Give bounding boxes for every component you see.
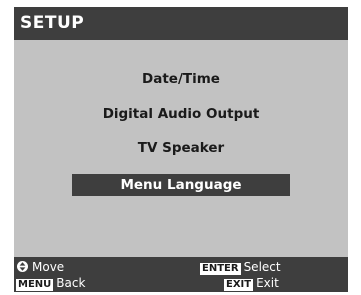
- back-hint-label: Back: [56, 276, 86, 290]
- move-hint: Move: [17, 260, 64, 274]
- exit-hint: EXIT Exit: [224, 276, 279, 291]
- enter-key-badge: ENTER: [200, 263, 241, 275]
- menu-key-badge: MENU: [16, 279, 54, 291]
- move-hint-label: Move: [32, 260, 65, 274]
- select-hint-label: Select: [243, 260, 281, 274]
- select-hint: ENTER Select: [200, 260, 281, 275]
- menu-item-digital-audio-output[interactable]: Digital Audio Output: [72, 103, 290, 125]
- exit-key-badge: EXIT: [224, 279, 254, 291]
- up-down-arrows-icon: [17, 261, 28, 272]
- exit-hint-label: Exit: [256, 276, 279, 290]
- footer-hint-bar: Move MENU Back ENTER Select EXIT Exit: [14, 257, 348, 292]
- menu-item-tv-speaker[interactable]: TV Speaker: [72, 137, 290, 159]
- menu-item-date-time[interactable]: Date/Time: [72, 68, 290, 90]
- setup-menu-panel: SETUP Date/Time Digital Audio Output TV …: [14, 7, 348, 292]
- back-hint: MENU Back: [16, 276, 85, 291]
- header-bar: SETUP: [14, 7, 348, 40]
- menu-item-menu-language[interactable]: Menu Language: [72, 174, 290, 196]
- menu-title: SETUP: [20, 13, 85, 33]
